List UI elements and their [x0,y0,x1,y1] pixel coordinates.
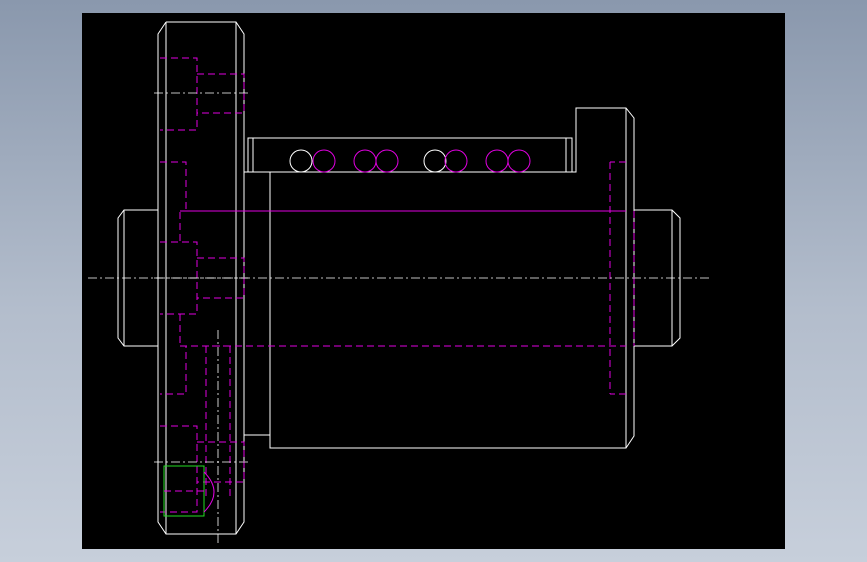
cad-viewport[interactable] [82,13,785,549]
ball-hidden [507,149,531,173]
flange-inner-upper [160,161,187,212]
nut-body [244,107,635,449]
ball [289,149,313,173]
flange-inner-lower [160,314,187,395]
ball-hidden [444,149,468,173]
ball-hidden [485,149,509,173]
ball-hidden [312,149,336,173]
ball-hidden [353,149,377,173]
ball [423,149,447,173]
upper-hole-bore [197,73,245,114]
center-lines [88,92,712,544]
ball-circuit [289,149,531,173]
return-tube [247,137,573,173]
body-outline [244,107,635,449]
hidden-lines [160,57,635,513]
drawing-canvas [88,21,712,544]
tube-outline [247,137,573,173]
ball-hidden [375,149,399,173]
